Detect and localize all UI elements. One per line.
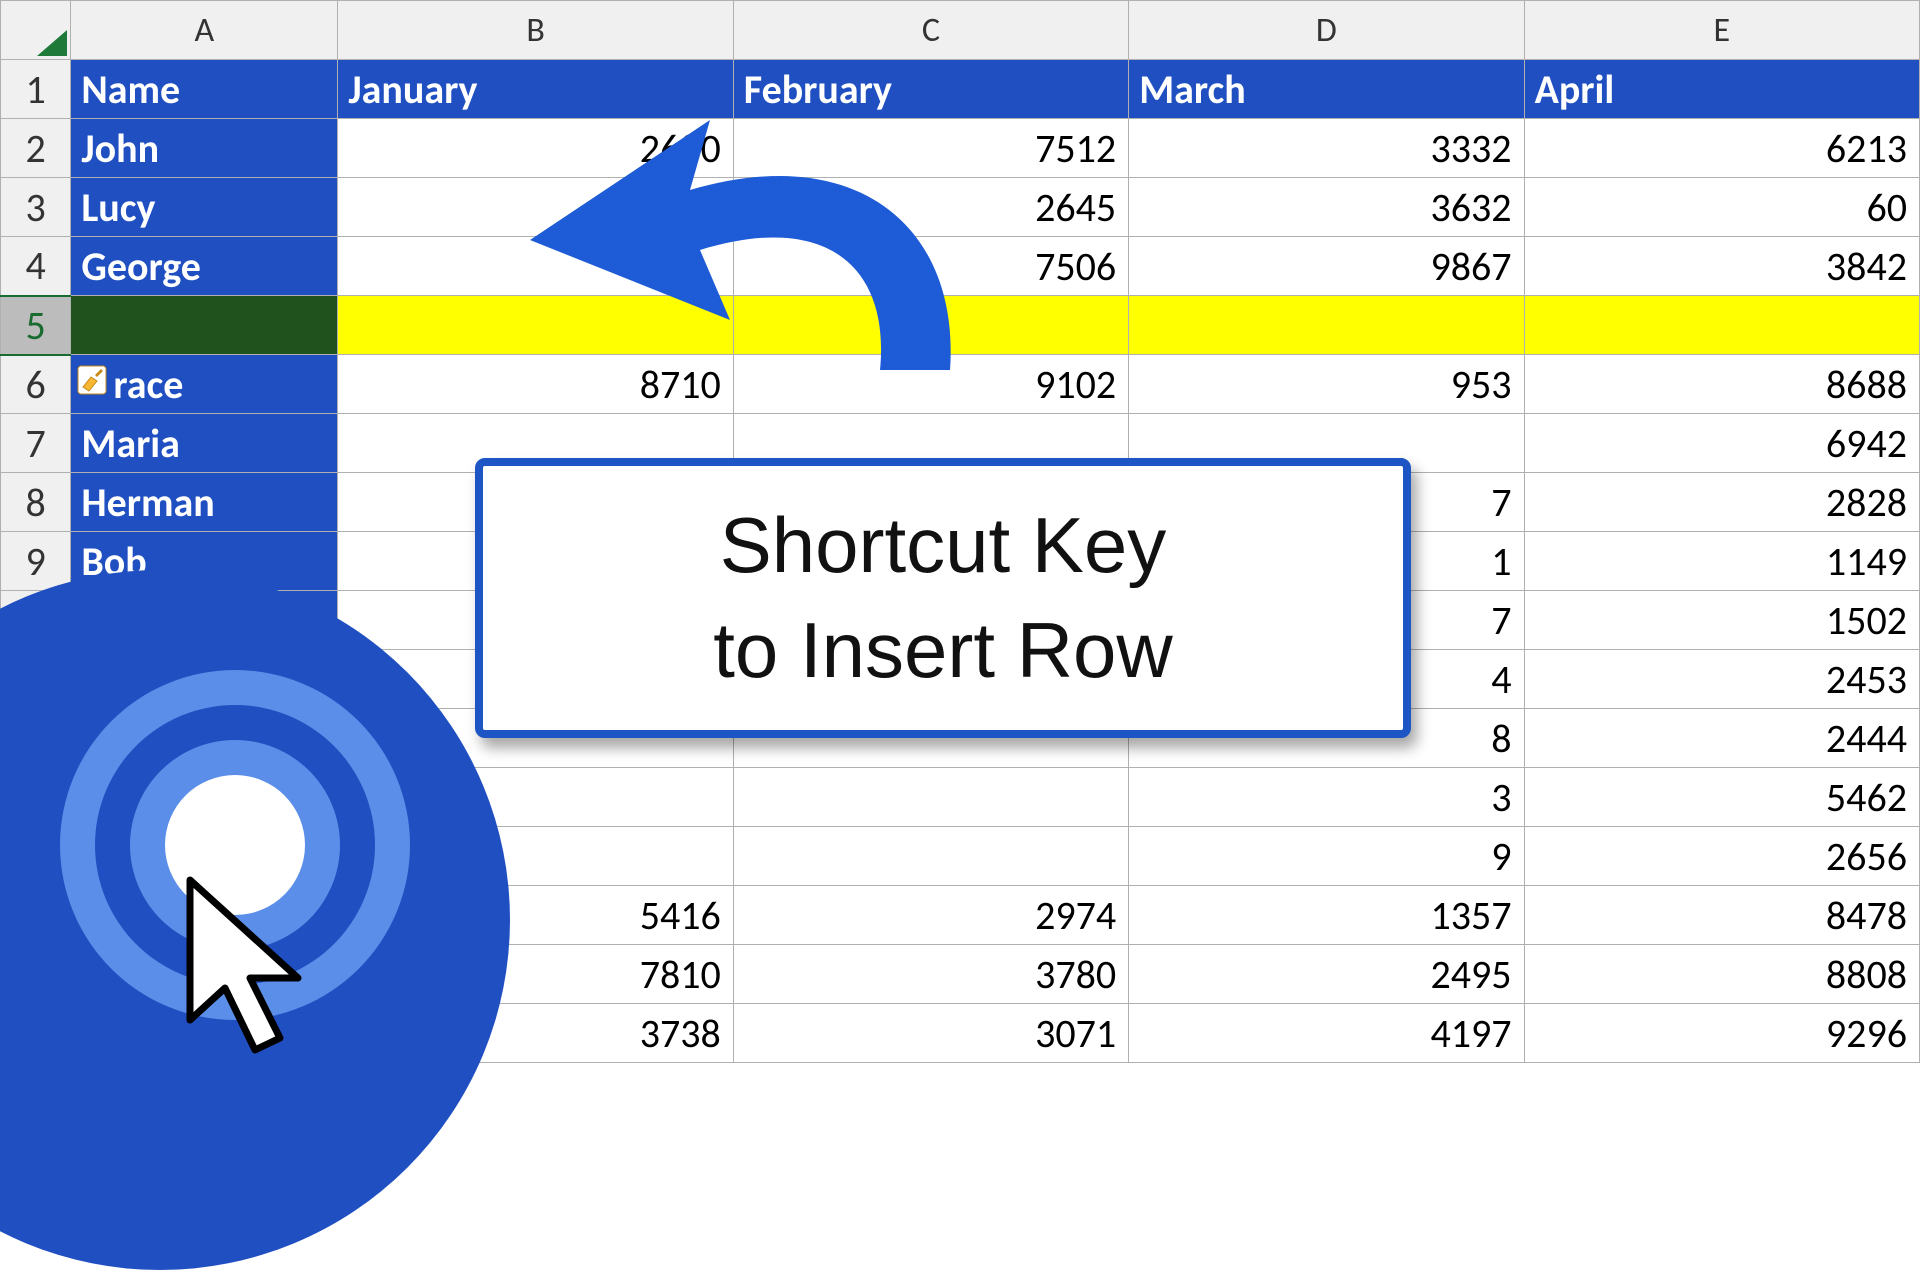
data-cell[interactable]: 7506 — [733, 237, 1128, 296]
table-row: 1NameJanuaryFebruaryMarchApril — [1, 60, 1920, 119]
data-cell[interactable]: 6213 — [1524, 119, 1919, 178]
data-cell[interactable]: 2828 — [1524, 473, 1919, 532]
col-header-C[interactable]: C — [733, 1, 1128, 60]
data-cell[interactable] — [338, 237, 733, 296]
data-cell[interactable]: 2974 — [733, 886, 1128, 945]
row-header[interactable]: 4 — [1, 237, 71, 296]
data-cell[interactable]: 4197 — [1129, 1004, 1524, 1063]
row-header[interactable]: 8 — [1, 473, 71, 532]
data-cell[interactable] — [1129, 296, 1524, 355]
callout-line1: Shortcut Key — [713, 493, 1173, 598]
name-text: race — [113, 360, 183, 409]
table-row: 6 race 871091029538688 — [1, 355, 1920, 414]
col-header-E[interactable]: E — [1524, 1, 1919, 60]
data-cell[interactable]: 2680 — [338, 119, 733, 178]
header-cell[interactable]: January — [338, 60, 733, 119]
data-cell[interactable]: 9 — [1129, 827, 1524, 886]
row-header[interactable]: 7 — [1, 414, 71, 473]
data-cell[interactable]: 9296 — [1524, 1004, 1919, 1063]
data-cell[interactable]: 60 — [1524, 178, 1919, 237]
data-cell[interactable]: 3071 — [733, 1004, 1128, 1063]
data-cell[interactable]: 5462 — [1524, 768, 1919, 827]
cursor-icon — [170, 870, 340, 1060]
data-cell[interactable]: 1502 — [1524, 591, 1919, 650]
header-cell[interactable]: February — [733, 60, 1128, 119]
table-row: 4George 750698673842 — [1, 237, 1920, 296]
data-cell[interactable]: 2453 — [1524, 650, 1919, 709]
name-cell[interactable]: John — [71, 119, 338, 178]
table-row: 2John 2680751233326213 — [1, 119, 1920, 178]
data-cell[interactable]: 953 — [1129, 355, 1524, 414]
name-cell[interactable]: George — [71, 237, 338, 296]
data-cell[interactable]: 8688 — [1524, 355, 1919, 414]
header-cell[interactable]: April — [1524, 60, 1919, 119]
data-cell[interactable]: 1357 — [1129, 886, 1524, 945]
name-cell[interactable]: Lucy — [71, 178, 338, 237]
select-all-icon — [37, 30, 67, 56]
callout-line2: to Insert Row — [713, 598, 1173, 703]
name-cell[interactable] — [71, 296, 338, 355]
name-cell[interactable]: race — [71, 355, 338, 414]
column-header-row: A B C D E — [1, 1, 1920, 60]
data-cell[interactable]: 8478 — [1524, 886, 1919, 945]
paste-options-icon[interactable] — [77, 365, 107, 395]
row-header[interactable]: 9 — [1, 532, 71, 591]
col-header-D[interactable]: D — [1129, 1, 1524, 60]
data-cell[interactable]: 3332 — [1129, 119, 1524, 178]
col-header-A[interactable]: A — [71, 1, 338, 60]
header-cell[interactable]: March — [1129, 60, 1524, 119]
data-cell[interactable]: 2495 — [1129, 945, 1524, 1004]
row-header[interactable]: 3 — [1, 178, 71, 237]
data-cell[interactable]: 2645 — [733, 178, 1128, 237]
callout-box: Shortcut Key to Insert Row — [475, 458, 1411, 738]
data-cell[interactable]: 6942 — [1524, 414, 1919, 473]
data-cell[interactable]: 1149 — [1524, 532, 1919, 591]
name-text: Maria — [81, 419, 180, 468]
data-cell[interactable]: 9867 — [1129, 237, 1524, 296]
select-all-corner[interactable] — [1, 1, 71, 60]
data-cell[interactable]: 9102 — [733, 355, 1128, 414]
name-text: John — [81, 124, 159, 173]
name-text: George — [81, 242, 201, 291]
data-cell[interactable] — [1524, 296, 1919, 355]
data-cell[interactable]: 2656 — [1524, 827, 1919, 886]
name-cell[interactable]: Maria — [71, 414, 338, 473]
data-cell[interactable] — [733, 296, 1128, 355]
data-cell[interactable] — [338, 296, 733, 355]
data-cell[interactable]: 8710 — [338, 355, 733, 414]
name-text: Herman — [81, 478, 214, 527]
name-text: Lucy — [81, 183, 155, 232]
data-cell[interactable]: 8808 — [1524, 945, 1919, 1004]
data-cell[interactable]: 2444 — [1524, 709, 1919, 768]
row-header[interactable]: 1 — [1, 60, 71, 119]
data-cell[interactable]: 3842 — [1524, 237, 1919, 296]
header-cell[interactable]: Name — [71, 60, 338, 119]
row-header[interactable]: 6 — [1, 355, 71, 414]
data-cell[interactable] — [733, 768, 1128, 827]
row-header[interactable]: 2 — [1, 119, 71, 178]
data-cell[interactable]: 3 — [1129, 768, 1524, 827]
data-cell[interactable] — [338, 178, 733, 237]
table-row: 3Lucy 2645363260 — [1, 178, 1920, 237]
data-cell[interactable]: 3632 — [1129, 178, 1524, 237]
data-cell[interactable]: 7512 — [733, 119, 1128, 178]
name-cell[interactable]: Herman — [71, 473, 338, 532]
col-header-B[interactable]: B — [338, 1, 733, 60]
data-cell[interactable] — [733, 827, 1128, 886]
data-cell[interactable]: 3780 — [733, 945, 1128, 1004]
row-header[interactable]: 5 — [1, 296, 71, 355]
table-row: 5 — [1, 296, 1920, 355]
